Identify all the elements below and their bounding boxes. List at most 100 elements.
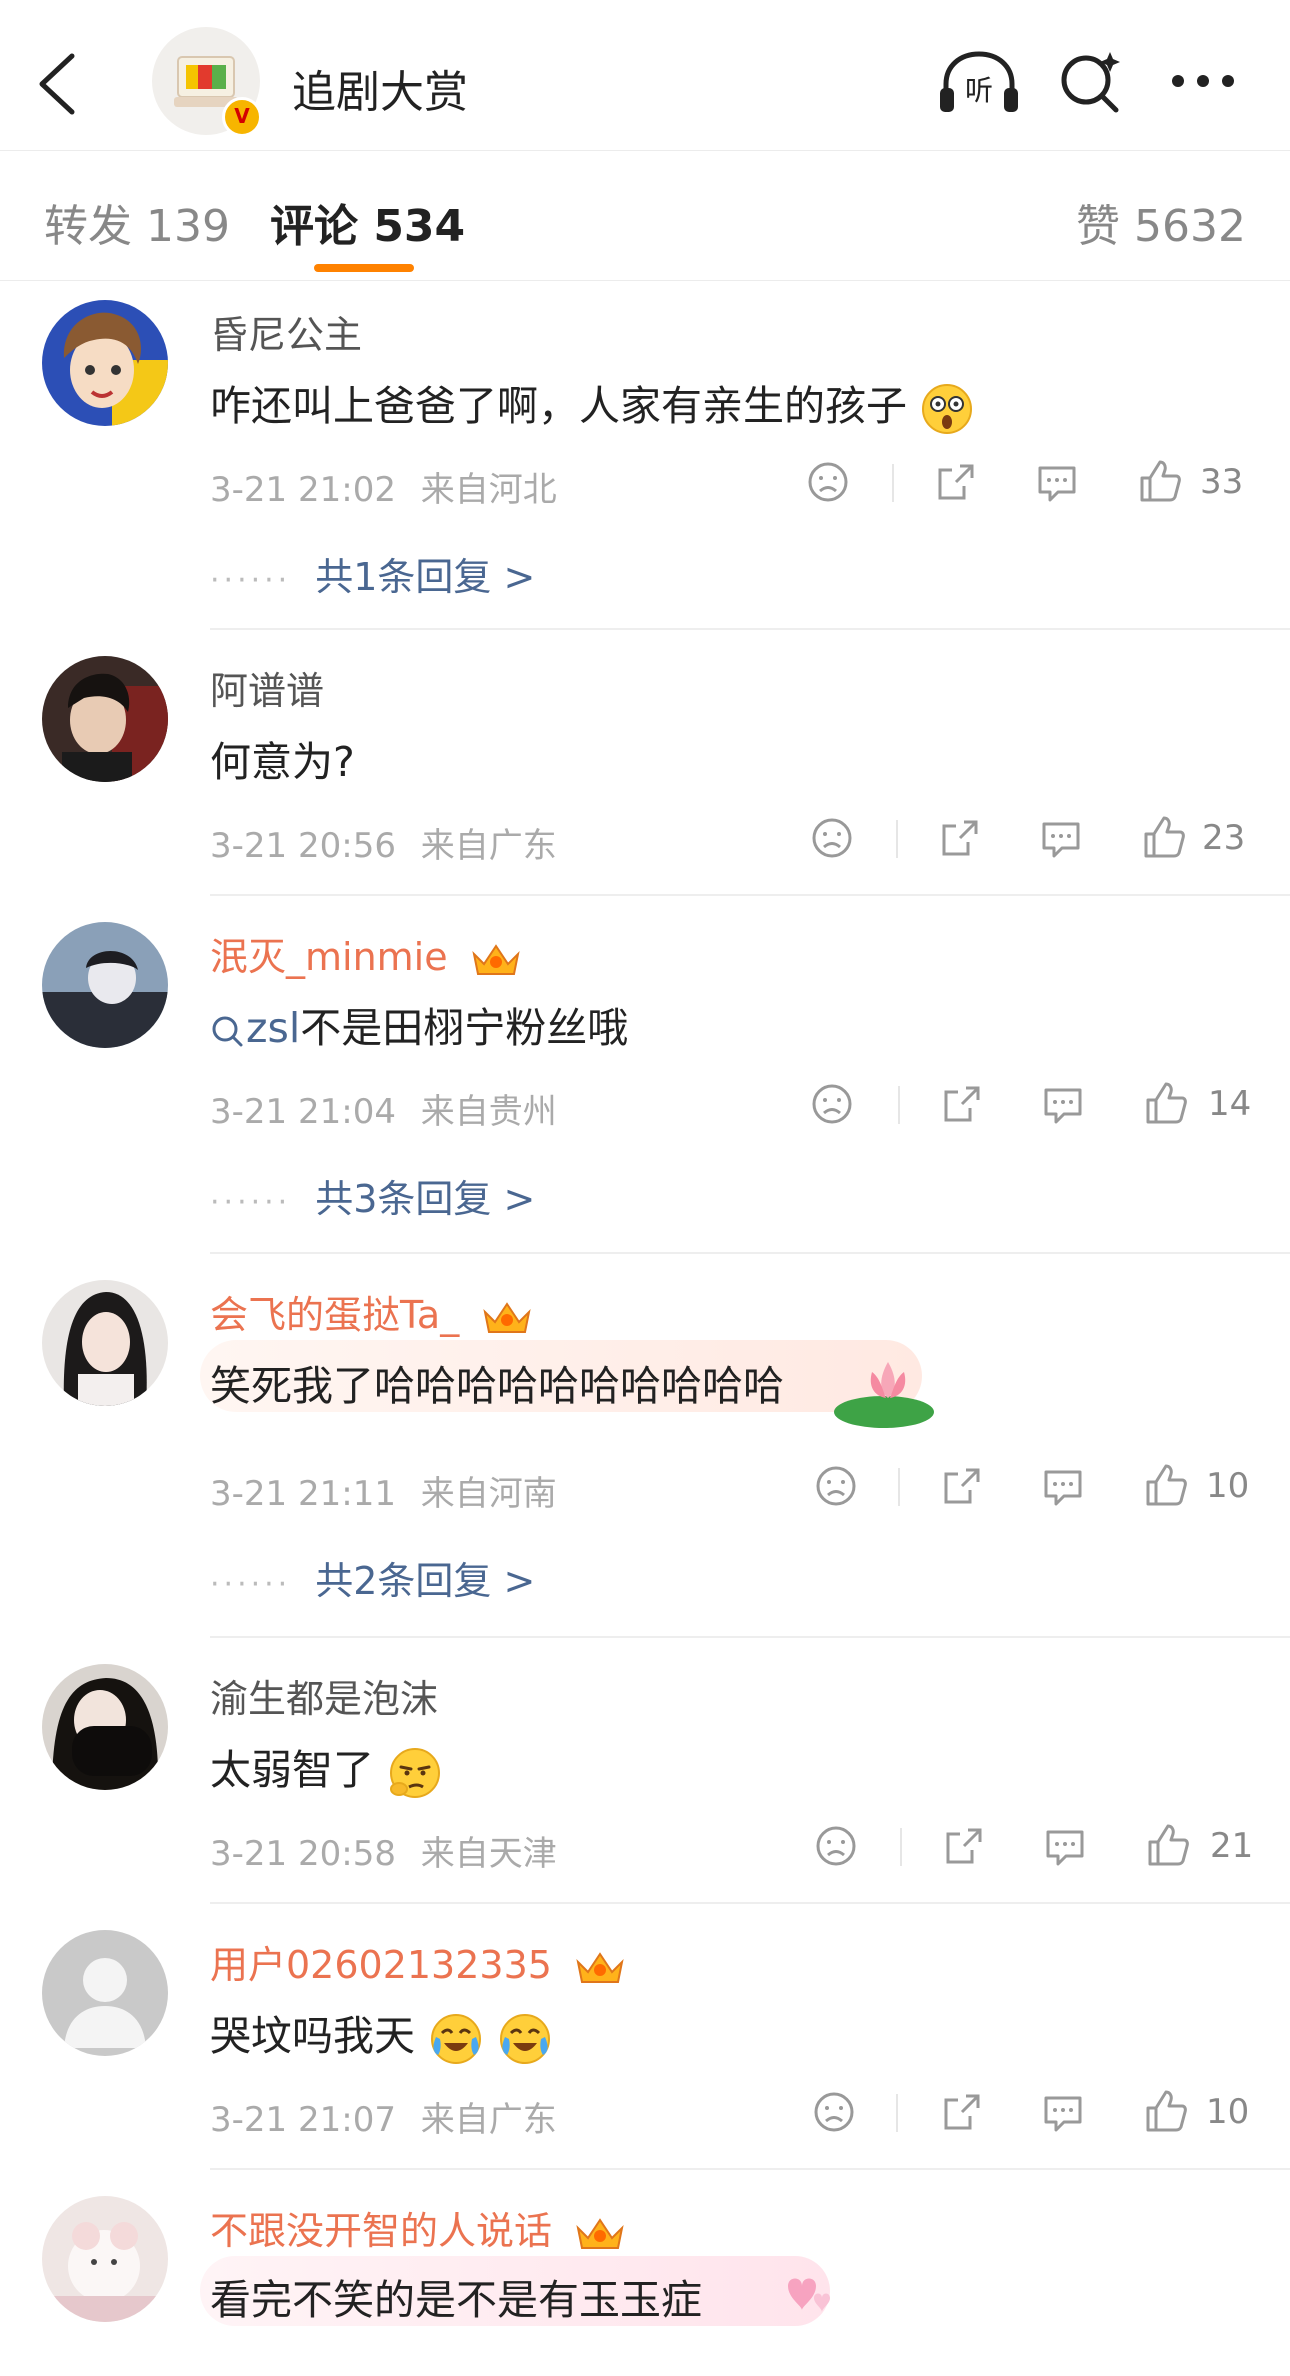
user-avatar[interactable] — [42, 656, 168, 782]
default-avatar-icon — [42, 1930, 168, 2056]
share-icon[interactable] — [934, 460, 978, 504]
comment-username[interactable]: 泯灭_minmie — [210, 926, 522, 981]
thumbs-up-icon[interactable] — [1144, 1080, 1188, 1126]
more-icon[interactable] — [1170, 66, 1236, 96]
comment-text: 哭坟吗我天 — [210, 2002, 553, 2067]
comment-text: 笑死我了哈哈哈哈哈哈哈哈哈哈 — [210, 1362, 784, 1410]
share-icon[interactable] — [940, 1464, 984, 1508]
dislike-face-icon[interactable] — [814, 1464, 858, 1508]
replies-count: 共2条回复 > — [315, 1559, 536, 1603]
like-count: 33 — [1200, 462, 1244, 502]
user-avatar[interactable] — [42, 2196, 168, 2322]
tab-active-indicator — [314, 264, 414, 272]
user-avatar[interactable] — [42, 1930, 168, 2056]
comment-meta: 3-21 21:04 来自贵州 — [210, 1084, 557, 1133]
top-bar: V 追剧大赏 听 — [0, 0, 1290, 151]
comment-username[interactable]: 用户02602132335 — [210, 1934, 626, 1989]
comment-bubble-icon[interactable] — [1034, 460, 1080, 504]
action-separator — [898, 1468, 900, 1506]
comment-text: 咋还叫上爸爸了啊，人家有亲生的孩子 — [210, 372, 974, 436]
thumbs-up-icon[interactable] — [1144, 2088, 1188, 2134]
comment-username[interactable]: 会飞的蛋挞Ta_ — [210, 1284, 533, 1339]
vip-crown-icon — [576, 2217, 624, 2249]
action-separator — [892, 464, 894, 502]
comment-username[interactable]: 昏尼公主 — [210, 304, 362, 359]
back-arrow-icon[interactable] — [34, 52, 84, 116]
thumbs-up-icon[interactable] — [1138, 458, 1182, 504]
comment-bubble-icon[interactable] — [1040, 1082, 1086, 1126]
comment-bubble-icon[interactable] — [1042, 1824, 1088, 1868]
user-avatar[interactable] — [42, 300, 168, 426]
like-count: 14 — [1208, 1084, 1252, 1124]
comment-meta: 3-21 21:02 来自河北 — [210, 462, 557, 511]
action-separator — [898, 1086, 900, 1124]
dislike-face-icon[interactable] — [810, 1082, 854, 1126]
user-avatar[interactable] — [42, 1664, 168, 1790]
view-replies-link[interactable]: ······ 共3条回复 > — [210, 1168, 535, 1223]
comment-bubble-icon[interactable] — [1040, 2090, 1086, 2134]
account-avatar[interactable]: V — [152, 27, 262, 137]
dislike-face-icon[interactable] — [812, 2090, 856, 2134]
thumbs-up-icon[interactable] — [1146, 1822, 1190, 1868]
comment-text: 何意为? — [210, 738, 355, 786]
comment-location: 来自天津 — [420, 1834, 557, 1874]
share-icon[interactable] — [940, 2090, 984, 2134]
thumbs-up-icon[interactable] — [1144, 1462, 1188, 1508]
user-avatar[interactable] — [42, 1280, 168, 1406]
listen-icon[interactable]: 听 — [936, 48, 1022, 118]
comment-bubble-icon[interactable] — [1040, 1464, 1086, 1508]
comment-divider — [210, 1902, 1290, 1904]
share-icon[interactable] — [938, 816, 982, 860]
comment-text: zsl不是田栩宁粉丝哦 — [210, 994, 628, 1054]
account-name[interactable]: 追剧大赏 — [292, 56, 468, 120]
tab-bar: 转发 139 评论 534 赞 5632 — [0, 150, 1290, 281]
username-text: 会飞的蛋挞Ta_ — [210, 1293, 460, 1337]
comment-divider — [210, 628, 1290, 630]
user-avatar[interactable] — [42, 922, 168, 1048]
comment-location: 来自广东 — [420, 2100, 557, 2140]
comment-text-content: 咋还叫上爸爸了啊，人家有亲生的孩子 — [210, 382, 907, 430]
comment-location: 来自贵州 — [420, 1092, 557, 1132]
dislike-face-icon[interactable] — [810, 816, 854, 860]
comment-time: 3-21 20:56 — [210, 826, 396, 866]
share-icon[interactable] — [940, 1082, 984, 1126]
comment-text-content: 哭坟吗我天 — [210, 2012, 415, 2060]
search-link[interactable]: zsl — [246, 1004, 300, 1052]
comment-divider — [210, 1252, 1290, 1254]
comment-bubble-icon[interactable] — [1038, 816, 1084, 860]
verified-badge: V — [222, 97, 262, 137]
dislike-face-icon[interactable] — [806, 460, 850, 504]
search-icon[interactable] — [1056, 48, 1126, 118]
comment-location: 来自广东 — [420, 826, 557, 866]
tab-comments[interactable]: 评论 534 — [270, 190, 465, 254]
username-text: 泯灭_minmie — [210, 935, 448, 979]
thinking-emoji-icon — [390, 1748, 441, 1798]
reply-dots: ······ — [210, 1567, 292, 1602]
comment-location: 来自河北 — [420, 470, 557, 510]
comment-text-content: 太弱智了 — [210, 1746, 374, 1794]
dislike-face-icon[interactable] — [814, 1824, 858, 1868]
comment-meta: 3-21 20:58 来自天津 — [210, 1826, 557, 1875]
action-separator — [900, 1828, 902, 1866]
comment-text: 太弱智了 — [210, 1736, 443, 1801]
comment-meta: 3-21 21:11 来自河南 — [210, 1466, 557, 1515]
vip-crown-icon — [472, 943, 520, 975]
tab-likes[interactable]: 赞 5632 — [1076, 190, 1246, 254]
comment-location: 来自河南 — [420, 1474, 557, 1514]
view-replies-link[interactable]: ······ 共2条回复 > — [210, 1550, 535, 1605]
thumbs-up-icon[interactable] — [1142, 814, 1186, 860]
comment-username[interactable]: 渝生都是泡沫 — [210, 1668, 438, 1723]
shocked-emoji-icon — [922, 384, 973, 434]
comment-username[interactable]: 不跟没开智的人说话 — [210, 2200, 626, 2255]
comment-meta: 3-21 20:56 来自广东 — [210, 818, 557, 867]
search-link-icon — [212, 1016, 243, 1047]
view-replies-link[interactable]: ······ 共1条回复 > — [210, 546, 535, 601]
share-icon[interactable] — [942, 1824, 986, 1868]
like-count: 21 — [1210, 1826, 1254, 1866]
like-count: 10 — [1206, 1466, 1250, 1506]
username-text: 用户02602132335 — [210, 1943, 552, 1987]
tab-reposts[interactable]: 转发 139 — [44, 190, 230, 254]
comment-time: 3-21 21:07 — [210, 2100, 396, 2140]
svg-text:听: 听 — [965, 74, 993, 107]
comment-username[interactable]: 阿谱谱 — [210, 660, 324, 715]
